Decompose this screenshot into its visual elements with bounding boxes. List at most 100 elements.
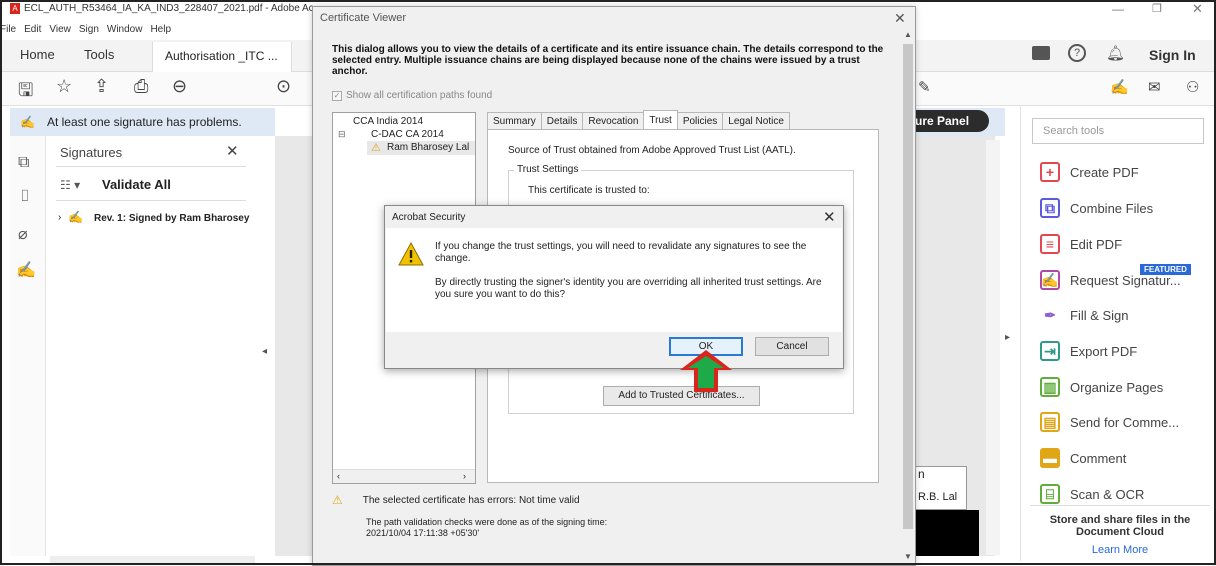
close-window-icon[interactable]: ✕	[1192, 1, 1203, 17]
menu-sign[interactable]: Sign	[79, 24, 99, 35]
request-signature-icon: ✍	[1040, 270, 1060, 290]
tab-tools[interactable]: Tools	[84, 47, 114, 62]
bookmarks-icon[interactable]: ⌷	[20, 188, 30, 206]
menu-file[interactable]: File	[0, 24, 16, 35]
email-icon[interactable]: ✉	[1148, 78, 1161, 96]
tree-node-intermediate[interactable]: C-DAC CA 2014	[371, 129, 444, 140]
show-all-paths-checkbox[interactable]: ✓ Show all certification paths found	[332, 90, 492, 101]
sign-icon[interactable]: ✍	[1110, 78, 1129, 96]
tool-create-pdf[interactable]: + Create PDF	[1040, 161, 1139, 183]
help-icon[interactable]: ?	[1068, 44, 1086, 62]
tool-scan-ocr[interactable]: ⌸ Scan & OCR	[1040, 483, 1144, 505]
path-validation-info: The path validation checks were done as …	[366, 517, 607, 539]
tab-revocation[interactable]: Revocation	[582, 112, 645, 129]
path-validation-text: The path validation checks were done as …	[366, 517, 608, 527]
alert-message-revalidate: If you change the trust settings, you wi…	[435, 241, 807, 264]
zoom-search-icon[interactable]: ⊖	[172, 76, 187, 97]
tab-document[interactable]: Authorisation _ITC ...	[152, 42, 292, 72]
signatures-panel-title: Signatures	[60, 145, 123, 160]
tab-legal-notice[interactable]: Legal Notice	[722, 112, 790, 129]
pages-icon[interactable]: ⧉	[18, 154, 29, 172]
scroll-left-icon[interactable]: ‹	[337, 471, 340, 481]
tab-policies[interactable]: Policies	[676, 112, 724, 129]
scroll-up-icon[interactable]: ▲	[904, 30, 912, 39]
tool-combine-files[interactable]: ⧉ Combine Files	[1040, 197, 1153, 219]
notifications-bell-icon[interactable]: 🔔︎	[1106, 44, 1125, 62]
document-page-fragment: n R.B. Lal	[915, 466, 967, 510]
comment-icon: ▬	[1040, 448, 1060, 468]
document-scrollbar[interactable]	[986, 140, 1000, 555]
tool-send-for-comments[interactable]: ▤ Send for Comme...	[1040, 411, 1179, 433]
tree-node-selected[interactable]: ⚠ Ram Bharosey Lal	[367, 141, 475, 155]
window-title: ECL_AUTH_R53464_IA_KA_IND3_228407_2021.p…	[24, 3, 314, 14]
search-tools-input[interactable]: Search tools	[1032, 118, 1204, 144]
tree-node-leaf: Ram Bharosey Lal	[387, 142, 470, 153]
menu-window[interactable]: Window	[107, 24, 143, 35]
bookmark-star-icon[interactable]: ☆	[56, 76, 72, 97]
sign-in-button[interactable]: Sign In	[1149, 47, 1196, 63]
signature-warning-bar: ✍ At least one signature has problems.	[10, 108, 275, 136]
certificate-viewer-title: Certificate Viewer	[320, 12, 406, 24]
tab-summary[interactable]: Summary	[487, 112, 542, 129]
tree-node-root[interactable]: CCA India 2014	[353, 116, 423, 127]
fill-sign-icon: ✒	[1044, 306, 1056, 323]
featured-badge: FEATURED	[1140, 264, 1191, 275]
signer-snippet: R.B. Lal	[918, 491, 958, 503]
tool-comment[interactable]: ▬ Comment	[1040, 447, 1126, 469]
edit-pdf-icon: ≡	[1040, 234, 1060, 254]
validate-all-button[interactable]: Validate All	[102, 177, 171, 192]
certificate-viewer-scroll-thumb[interactable]	[903, 44, 913, 529]
menu-help[interactable]: Help	[150, 24, 171, 35]
tool-fill-sign[interactable]: ✒ Fill & Sign	[1040, 304, 1128, 326]
scan-ocr-icon: ⌸	[1040, 484, 1060, 504]
tool-edit-pdf[interactable]: ≡ Edit PDF	[1040, 233, 1122, 255]
scroll-down-icon[interactable]: ▼	[904, 552, 912, 561]
add-user-icon[interactable]: ⚇	[1186, 78, 1199, 96]
collapse-panel-arrow-icon[interactable]: ◂	[262, 346, 267, 357]
page-up-icon[interactable]: ⊙	[276, 76, 291, 97]
signature-warning-text: At least one signature has problems.	[46, 115, 242, 129]
close-panel-icon[interactable]: ✕	[226, 142, 239, 160]
panel-divider-2	[56, 200, 246, 201]
trust-source-text: Source of Trust obtained from Adobe Appr…	[508, 145, 796, 156]
tab-home[interactable]: Home	[20, 47, 55, 62]
revision-entry[interactable]: Rev. 1: Signed by Ram Bharosey	[94, 213, 249, 224]
error-warning-icon: ⚠	[332, 493, 343, 507]
trust-settings-label: Trust Settings	[514, 164, 582, 175]
tool-export-pdf[interactable]: ⇥ Export PDF	[1040, 340, 1137, 362]
save-icon[interactable]: 🖫	[18, 78, 33, 108]
organize-pages-icon: ▥	[1040, 377, 1060, 397]
tool-organize-pages[interactable]: ▥ Organize Pages	[1040, 376, 1163, 398]
edit-pen-icon[interactable]: ✎	[918, 78, 931, 96]
create-pdf-icon: +	[1040, 162, 1060, 182]
scroll-right-icon[interactable]: ›	[463, 471, 466, 481]
document-letter: n	[918, 467, 925, 481]
chat-icon[interactable]	[1032, 46, 1050, 60]
menu-edit[interactable]: Edit	[24, 24, 41, 35]
alert-close-icon[interactable]: ✕	[823, 208, 836, 226]
options-menu-icon[interactable]: ☷ ▾	[60, 178, 80, 192]
attachments-icon[interactable]: ⌀	[18, 224, 28, 244]
cancel-button[interactable]: Cancel	[755, 337, 829, 356]
tab-details[interactable]: Details	[540, 112, 584, 129]
minimize-icon[interactable]: —	[1112, 2, 1124, 16]
tab-trust[interactable]: Trust	[643, 110, 678, 129]
expand-chevron-icon[interactable]: ›	[58, 212, 61, 223]
signature-panel-button[interactable]: ure Panel	[915, 110, 989, 132]
print-icon[interactable]: ⎙	[134, 76, 148, 97]
send-for-comments-icon: ▤	[1040, 412, 1060, 432]
document-black-block	[915, 510, 979, 556]
panel-scrollbar[interactable]	[50, 556, 255, 565]
tree-horizontal-scrollbar[interactable]: ‹ ›	[333, 469, 475, 483]
signature-warning-icon: ✍	[20, 115, 35, 129]
tree-collapse-icon[interactable]: ⊟	[338, 129, 346, 140]
signatures-icon[interactable]: ✍	[16, 260, 36, 280]
expand-right-pane-arrow-icon[interactable]: ▸	[1005, 332, 1010, 343]
restore-icon[interactable]: ❐	[1152, 2, 1162, 15]
trusted-to-text: This certificate is trusted to:	[528, 185, 650, 196]
certificate-tabs: Summary Details Revocation Trust Policie…	[487, 110, 790, 130]
certificate-viewer-close-icon[interactable]: ✕	[894, 10, 906, 27]
learn-more-link[interactable]: Learn More	[1030, 544, 1210, 556]
upload-cloud-icon[interactable]: ⇪	[94, 76, 109, 97]
menu-view[interactable]: View	[49, 24, 71, 35]
